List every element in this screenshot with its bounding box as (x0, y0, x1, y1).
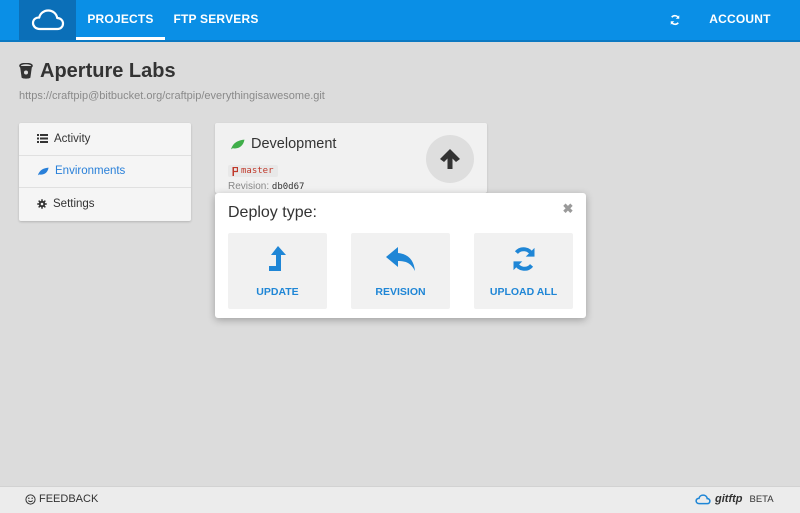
top-navbar: PROJECTS FTP SERVERS ACCOUNT (0, 0, 800, 42)
project-title: Aperture Labs (19, 60, 176, 83)
revision-label: Revision: (228, 181, 270, 192)
brand: gitftp BETA (695, 493, 774, 505)
leaf-icon (37, 167, 49, 176)
cloud-icon (695, 493, 711, 504)
reply-icon (385, 247, 415, 271)
sidebar: Activity Environments Settings (19, 123, 191, 221)
level-up-icon (268, 246, 286, 271)
environment-name[interactable]: Development (230, 136, 336, 152)
feedback-link[interactable]: FEEDBACK (25, 493, 98, 505)
nav-ftp-servers[interactable]: FTP SERVERS (165, 0, 267, 40)
brand-git: git (715, 493, 729, 505)
brand-ftp: ftp (728, 493, 743, 505)
deploy-option-label: UPDATE (256, 286, 299, 298)
navbar-underline (0, 40, 800, 42)
feedback-label: FEEDBACK (39, 493, 99, 505)
environment-card: Development master Revision: db0d67 (215, 123, 487, 193)
arrow-up-icon (440, 149, 460, 169)
leaf-icon (231, 139, 245, 149)
deploy-button[interactable] (426, 135, 474, 183)
app-logo[interactable] (19, 0, 76, 40)
branch-badge: master (228, 165, 278, 177)
close-icon[interactable]: ✖ (562, 202, 574, 215)
deploy-option-upload-all[interactable]: UPLOAD ALL (474, 233, 573, 309)
sidebar-item-environments[interactable]: Environments (19, 156, 191, 188)
sidebar-item-label: Environments (55, 165, 126, 178)
smile-icon (25, 493, 36, 505)
gear-icon (37, 199, 47, 209)
sidebar-item-label: Settings (53, 198, 95, 211)
refresh-icon (670, 14, 680, 26)
refresh-icon (513, 247, 534, 271)
revision-hash: db0d67 (271, 182, 305, 192)
nav-projects[interactable]: PROJECTS (76, 0, 165, 40)
deploy-option-revision[interactable]: REVISION (351, 233, 450, 309)
code-fork-icon (232, 166, 238, 176)
list-icon (37, 134, 48, 144)
deploy-option-label: REVISION (375, 286, 426, 298)
project-title-text: Aperture Labs (40, 60, 176, 82)
bitbucket-icon (19, 63, 33, 79)
deploy-type-modal: Deploy type: ✖ UPDATE REVISION UPLOAD AL… (215, 193, 586, 318)
sidebar-item-activity[interactable]: Activity (19, 123, 191, 156)
deploy-option-update[interactable]: UPDATE (228, 233, 327, 309)
sidebar-item-label: Activity (54, 132, 91, 145)
nav-account[interactable]: ACCOUNT (700, 0, 780, 40)
environment-name-text: Development (251, 136, 337, 152)
revision-info: Revision: db0d67 (228, 181, 304, 192)
modal-title: Deploy type: (228, 204, 317, 221)
sync-button[interactable] (662, 0, 688, 40)
brand-name: gitftp (715, 493, 743, 505)
sidebar-item-settings[interactable]: Settings (19, 188, 191, 221)
branch-name: master (241, 166, 274, 176)
deploy-option-label: UPLOAD ALL (489, 286, 558, 298)
cloud-icon (31, 9, 64, 31)
repo-url: https://craftpip@bitbucket.org/craftpip/… (19, 90, 325, 102)
footer: FEEDBACK gitftp BETA (0, 486, 800, 513)
beta-badge: BETA (749, 493, 774, 505)
